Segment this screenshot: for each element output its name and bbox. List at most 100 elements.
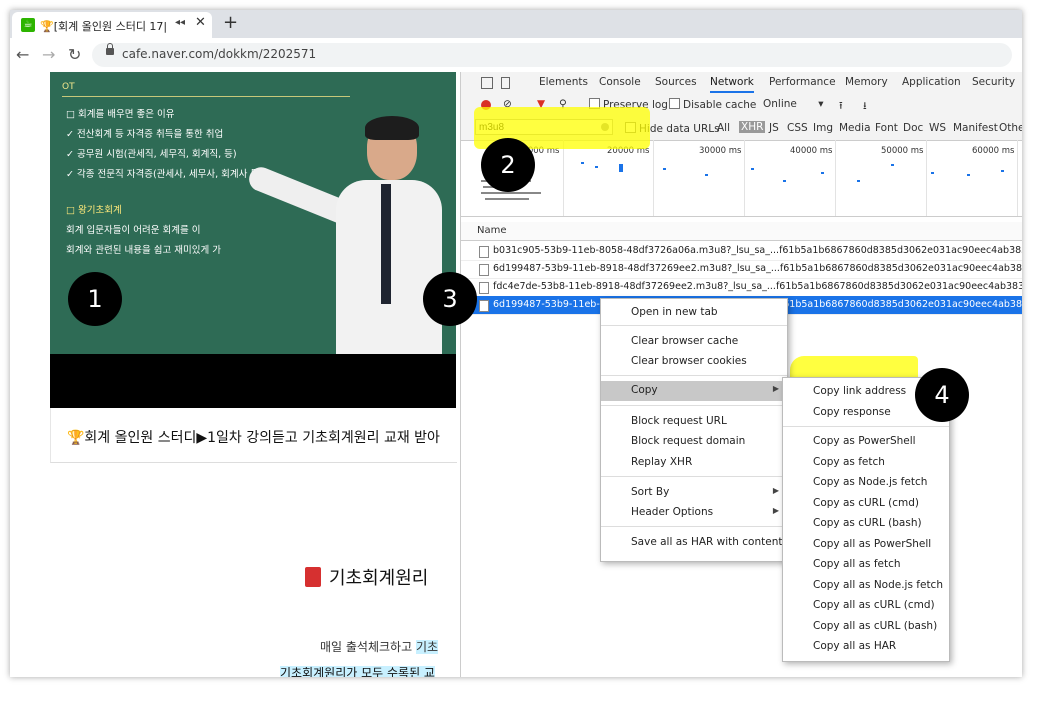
paragraph-line: 기초회계원리가 모두 수록된 교 bbox=[280, 664, 435, 677]
tab-application[interactable]: Application bbox=[902, 76, 961, 88]
tab-sources[interactable]: Sources bbox=[655, 76, 697, 88]
reload-icon[interactable]: ↻ bbox=[68, 45, 81, 64]
devtools-tabs: Elements Console Sources Network Perform… bbox=[461, 72, 1022, 95]
menu-item-clear-cookies[interactable]: Clear browser cookies bbox=[601, 352, 787, 372]
name-column-header[interactable]: Name bbox=[461, 222, 1022, 241]
video-text-line: 회계 입문자들이 어려운 회계를 이 bbox=[66, 225, 201, 236]
menu-item-label: Clear browser cookies bbox=[631, 355, 747, 367]
section-heading: 기초회계원리 bbox=[305, 564, 428, 590]
file-icon bbox=[479, 246, 489, 258]
video-text-line: □ 왕기초회계 bbox=[66, 205, 122, 216]
type-filter-all[interactable]: All bbox=[717, 122, 730, 134]
timeline-gridline bbox=[744, 140, 745, 216]
video-divider bbox=[62, 96, 350, 97]
menu-item-label: Save all as HAR with content bbox=[631, 536, 783, 548]
menu-item-save-har[interactable]: Save all as HAR with content bbox=[601, 533, 787, 553]
menu-item-sort-by[interactable]: Sort By ▶ bbox=[601, 483, 787, 503]
export-har-icon[interactable]: ⭳ bbox=[863, 98, 867, 116]
type-filter-js[interactable]: JS bbox=[769, 122, 779, 134]
cafe-post-page: OT □ 회계를 배우면 좋은 이유 ✓ 전산회계 등 자격증 취득을 통한 취… bbox=[10, 72, 460, 677]
timeline-mark bbox=[619, 164, 623, 172]
menu-item-copy-fetch[interactable]: Copy as fetch bbox=[783, 453, 949, 473]
type-filter-css[interactable]: CSS bbox=[787, 122, 808, 134]
close-tab-icon[interactable]: ✕ bbox=[195, 15, 206, 30]
tab-network[interactable]: Network bbox=[710, 76, 754, 93]
menu-item-copy-curl-cmd[interactable]: Copy as cURL (cmd) bbox=[783, 494, 949, 514]
new-tab-button[interactable]: + bbox=[223, 12, 238, 33]
tab-bar: ☕ 🏆[회계 올인원 스터디 17| ◂◂ ✕ + bbox=[10, 10, 1022, 38]
submenu-arrow-icon: ▶ bbox=[772, 486, 779, 495]
menu-item-copy[interactable]: Copy ▶ bbox=[601, 381, 787, 401]
naver-cafe-icon: ☕ bbox=[21, 18, 35, 32]
back-arrow-icon[interactable]: ← bbox=[16, 45, 29, 64]
type-filter-doc[interactable]: Doc bbox=[903, 122, 923, 134]
timeline-mark bbox=[751, 168, 754, 170]
type-filter-ws[interactable]: WS bbox=[929, 122, 946, 134]
throttle-select[interactable]: Online ▾ bbox=[763, 98, 824, 110]
menu-item-header-options[interactable]: Header Options ▶ bbox=[601, 503, 787, 523]
timeline-label: 30000 ms bbox=[699, 146, 742, 156]
menu-item-copy-all-powershell[interactable]: Copy all as PowerShell bbox=[783, 535, 949, 555]
menu-item-replay-xhr[interactable]: Replay XHR bbox=[601, 453, 787, 473]
file-icon bbox=[479, 282, 489, 294]
menu-item-open-new-tab[interactable]: Open in new tab bbox=[601, 303, 787, 323]
throttle-value: Online bbox=[763, 98, 797, 110]
tab-memory[interactable]: Memory bbox=[845, 76, 888, 88]
timeline-label: 40000 ms bbox=[790, 146, 833, 156]
request-row[interactable]: fdc4e7de-53b8-11eb-8918-48df37269ee2.m3u… bbox=[461, 278, 1022, 297]
menu-item-clear-cache[interactable]: Clear browser cache bbox=[601, 332, 787, 352]
forward-arrow-icon[interactable]: → bbox=[42, 45, 55, 64]
inspect-icon[interactable] bbox=[481, 77, 493, 89]
menu-item-copy-all-curl-bash[interactable]: Copy all as cURL (bash) bbox=[783, 617, 949, 637]
menu-item-copy-all-curl-cmd[interactable]: Copy all as cURL (cmd) bbox=[783, 596, 949, 616]
step-badge: 4 bbox=[915, 368, 969, 422]
type-filter-other[interactable]: Other bbox=[999, 122, 1022, 134]
browser-tab[interactable]: ☕ 🏆[회계 올인원 스터디 17| ◂◂ ✕ bbox=[12, 12, 212, 38]
menu-item-label: Copy as PowerShell bbox=[813, 435, 916, 447]
copy-submenu: Copy link address Copy response Copy as … bbox=[782, 377, 950, 662]
menu-item-copy-all-har[interactable]: Copy all as HAR bbox=[783, 637, 949, 657]
request-row[interactable]: 6d199487-53b9-11eb-8918-48df37269ee2.m3u… bbox=[461, 260, 1022, 279]
menu-item-copy-all-node-fetch[interactable]: Copy all as Node.js fetch bbox=[783, 576, 949, 596]
file-icon bbox=[479, 300, 489, 312]
book-icon bbox=[305, 567, 321, 587]
type-filter-img[interactable]: Img bbox=[813, 122, 833, 134]
menu-item-label: Replay XHR bbox=[631, 456, 693, 468]
menu-item-label: Copy bbox=[631, 384, 658, 396]
timeline-mark bbox=[931, 172, 934, 174]
tab-security[interactable]: Security bbox=[972, 76, 1015, 88]
request-row[interactable]: b031c905-53b9-11eb-8058-48df3726a06a.m3u… bbox=[461, 242, 1022, 261]
menu-item-copy-all-fetch[interactable]: Copy all as fetch bbox=[783, 555, 949, 575]
type-filter-xhr[interactable]: XHR bbox=[739, 121, 766, 133]
post-caption: 🏆회계 올인원 스터디▶1일차 강의듣고 기초회계원리 교재 받아 bbox=[50, 408, 457, 463]
timeline-gridline bbox=[926, 140, 927, 216]
tab-performance[interactable]: Performance bbox=[769, 76, 836, 88]
menu-item-block-url[interactable]: Block request URL bbox=[601, 412, 787, 432]
menu-item-label: Copy as cURL (bash) bbox=[813, 517, 922, 529]
tab-elements[interactable]: Elements bbox=[539, 76, 588, 88]
step-badge: 3 bbox=[423, 272, 477, 326]
menu-item-label: Copy all as HAR bbox=[813, 640, 897, 652]
tab-console[interactable]: Console bbox=[599, 76, 641, 88]
type-filter-media[interactable]: Media bbox=[839, 122, 871, 134]
menu-item-label: Copy as cURL (cmd) bbox=[813, 497, 920, 509]
timeline-mark bbox=[967, 174, 970, 176]
menu-item-copy-node-fetch[interactable]: Copy as Node.js fetch bbox=[783, 473, 949, 493]
import-har-icon[interactable]: ⭱ bbox=[839, 98, 843, 116]
menu-item-block-domain[interactable]: Block request domain bbox=[601, 432, 787, 452]
dropdown-arrow-icon: ▾ bbox=[818, 98, 824, 110]
menu-item-copy-curl-bash[interactable]: Copy as cURL (bash) bbox=[783, 514, 949, 534]
disable-cache-checkbox[interactable]: Disable cache bbox=[669, 98, 756, 111]
timeline-mark bbox=[595, 166, 598, 168]
timeline-gridline bbox=[653, 140, 654, 216]
audio-icon[interactable]: ◂◂ bbox=[175, 17, 185, 28]
video-controls-area[interactable] bbox=[50, 354, 456, 408]
url-input[interactable]: cafe.naver.com/dokkm/2202571 bbox=[92, 43, 1012, 67]
type-filter-manifest[interactable]: Manifest bbox=[953, 122, 998, 134]
timeline-label: 50000 ms bbox=[881, 146, 924, 156]
device-toolbar-icon[interactable] bbox=[501, 77, 510, 89]
menu-item-copy-powershell[interactable]: Copy as PowerShell bbox=[783, 432, 949, 452]
type-filter-font[interactable]: Font bbox=[875, 122, 898, 134]
network-timeline[interactable]: 10000 ms 20000 ms 30000 ms 40000 ms 5000… bbox=[461, 140, 1022, 217]
submenu-arrow-icon: ▶ bbox=[772, 384, 779, 393]
